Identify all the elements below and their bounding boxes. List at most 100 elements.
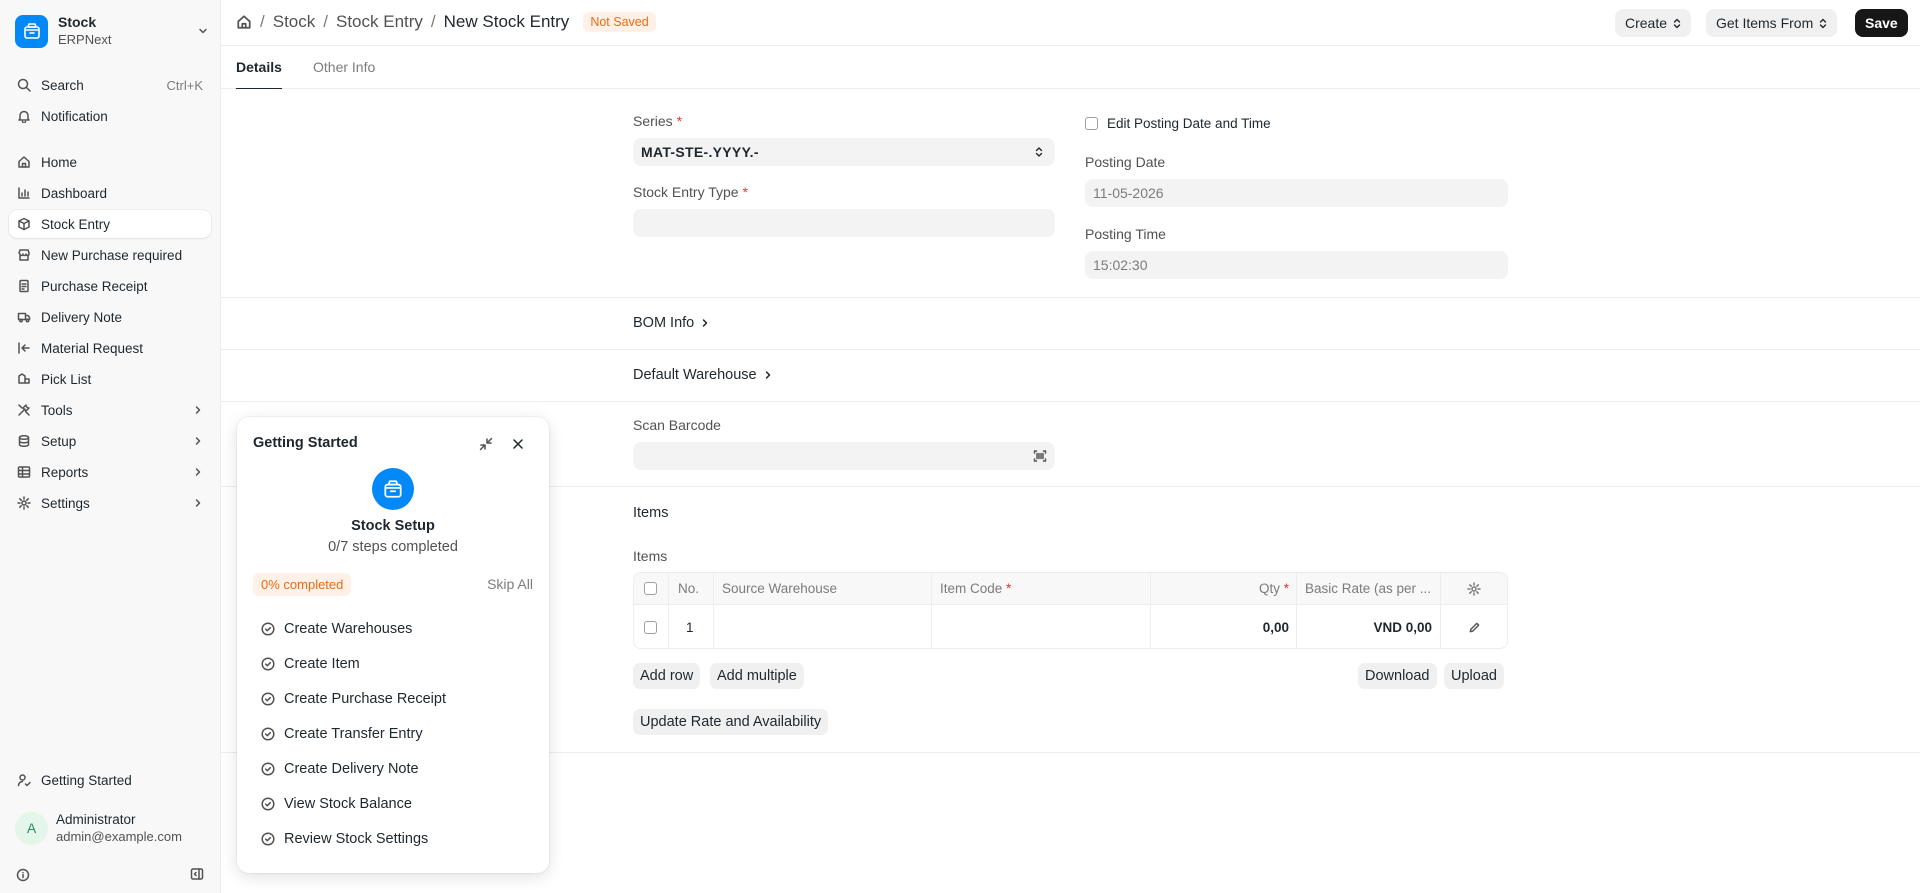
notification-button[interactable]: Notification <box>9 102 211 130</box>
add-multiple-button[interactable]: Add multiple <box>710 663 804 689</box>
table-row[interactable]: 1 0,00 VND 0,00 <box>634 605 1507 648</box>
step-label: Create Transfer Entry <box>284 726 423 742</box>
step-review-stock-settings[interactable]: Review Stock Settings <box>261 831 428 847</box>
row-basic-rate[interactable]: VND 0,00 <box>1373 605 1432 648</box>
step-create-warehouses[interactable]: Create Warehouses <box>261 621 412 637</box>
sidebar-item-label: New Purchase required <box>41 247 183 263</box>
home-icon[interactable] <box>236 14 252 30</box>
default-warehouse-section[interactable]: Default Warehouse <box>633 367 773 383</box>
step-create-transfer-entry[interactable]: Create Transfer Entry <box>261 726 423 742</box>
sidebar-item-tools[interactable]: Tools <box>9 396 211 424</box>
request-icon <box>17 341 31 355</box>
row-qty[interactable]: 0,00 <box>1263 605 1289 648</box>
app-switcher[interactable]: Stock ERPNext <box>15 13 209 49</box>
sidebar-item-reports[interactable]: Reports <box>9 458 211 486</box>
breadcrumb-stock[interactable]: Stock <box>273 12 316 32</box>
stock-entry-type-input[interactable] <box>633 209 1055 237</box>
search-icon <box>17 78 31 92</box>
posting-time-label: Posting Time <box>1085 226 1166 242</box>
tab-details[interactable]: Details <box>236 59 282 89</box>
store-icon <box>17 248 31 262</box>
download-button[interactable]: Download <box>1358 663 1437 689</box>
breadcrumb-stock-entry[interactable]: Stock Entry <box>336 12 423 32</box>
sidebar-item-label: Settings <box>41 495 90 511</box>
step-label: Create Warehouses <box>284 621 413 637</box>
sidebar-item-purchase-receipt[interactable]: Purchase Receipt <box>9 272 211 300</box>
tab-other-info[interactable]: Other Info <box>313 59 375 89</box>
sidebar-item-settings[interactable]: Settings <box>9 489 211 517</box>
search-label: Search <box>41 77 84 93</box>
sidebar-item-material-request[interactable]: Material Request <box>9 334 211 362</box>
sidebar-item-pick-list[interactable]: Pick List <box>9 365 211 393</box>
sidebar-item-delivery-note[interactable]: Delivery Note <box>9 303 211 331</box>
stock-entry-type-label: Stock Entry Type * <box>633 184 748 200</box>
minimize-icon[interactable] <box>479 437 493 451</box>
sidebar-item-home[interactable]: Home <box>9 148 211 176</box>
step-create-delivery-note[interactable]: Create Delivery Note <box>261 761 419 777</box>
stock-setup-logo <box>372 468 414 510</box>
sort-icon <box>1035 146 1043 158</box>
posting-date-input[interactable]: 11-05-2026 <box>1085 179 1508 207</box>
sidebar-item-getting-started[interactable]: Getting Started <box>9 766 211 794</box>
close-icon[interactable] <box>511 437 525 451</box>
home-icon <box>17 155 31 169</box>
step-create-purchase-receipt[interactable]: Create Purchase Receipt <box>261 691 446 707</box>
collapse-sidebar-icon[interactable] <box>190 867 204 881</box>
column-settings-icon[interactable] <box>1467 573 1481 604</box>
notification-label: Notification <box>41 108 108 124</box>
series-value: MAT-STE-.YYYY.- <box>641 144 759 160</box>
receipt-icon <box>17 279 31 293</box>
posting-time-input[interactable]: 15:02:30 <box>1085 251 1508 279</box>
edit-posting-label: Edit Posting Date and Time <box>1107 116 1271 131</box>
chevron-right-icon <box>193 467 203 477</box>
database-icon <box>17 434 31 448</box>
module-title: Stock Setup <box>351 518 435 534</box>
user-menu[interactable]: A Administrator admin@example.com <box>15 811 182 845</box>
user-check-icon <box>17 773 31 787</box>
section-divider <box>221 401 1920 402</box>
search-button[interactable]: Search Ctrl+K <box>9 71 211 99</box>
sidebar-item-label: Home <box>41 154 78 170</box>
step-view-stock-balance[interactable]: View Stock Balance <box>261 796 412 812</box>
sidebar-item-label: Purchase Receipt <box>41 278 148 294</box>
app-subtitle: ERPNext <box>58 32 112 47</box>
step-label: Review Stock Settings <box>284 831 429 847</box>
skip-all-button[interactable]: Skip All <box>487 576 533 592</box>
column-item-code: Item Code * <box>940 581 1012 596</box>
bell-icon <box>17 109 31 123</box>
update-rate-button[interactable]: Update Rate and Availability <box>633 709 829 735</box>
user-email: admin@example.com <box>56 829 182 844</box>
sidebar-item-dashboard[interactable]: Dashboard <box>9 179 211 207</box>
form-tabs: Details Other Info <box>221 46 1920 89</box>
sidebar-item-setup[interactable]: Setup <box>9 427 211 455</box>
series-select[interactable]: MAT-STE-.YYYY.- <box>633 138 1055 166</box>
edit-posting-toggle[interactable]: Edit Posting Date and Time <box>1085 116 1271 131</box>
items-section-title: Items <box>633 505 669 521</box>
items-table: No. Source Warehouse Item Code * Qty * B… <box>633 572 1508 649</box>
upload-button[interactable]: Upload <box>1444 663 1504 689</box>
select-all-checkbox[interactable] <box>644 573 657 604</box>
scan-barcode-input[interactable] <box>633 442 1055 470</box>
topbar: / Stock / Stock Entry / New Stock Entry … <box>221 0 1920 46</box>
sidebar-item-label: Tools <box>41 402 73 418</box>
sidebar-item-label: Pick List <box>41 371 92 387</box>
sidebar-item-new-purchase-required[interactable]: New Purchase required <box>9 241 211 269</box>
app-title: Stock <box>58 14 97 30</box>
tools-icon <box>17 403 31 417</box>
barcode-icon[interactable] <box>1033 449 1047 463</box>
add-row-button[interactable]: Add row <box>633 663 701 689</box>
user-name: Administrator <box>56 812 136 827</box>
circle-check-icon <box>261 622 275 636</box>
list-icon <box>17 372 31 386</box>
sidebar-item-stock-entry[interactable]: Stock Entry <box>9 210 211 238</box>
step-create-item[interactable]: Create Item <box>261 656 360 672</box>
edit-row-icon[interactable] <box>1468 605 1481 648</box>
save-button[interactable]: Save <box>1855 9 1908 37</box>
get-items-from-button[interactable]: Get Items From <box>1706 9 1838 37</box>
create-button[interactable]: Create <box>1615 9 1692 37</box>
edit-posting-checkbox[interactable] <box>1085 117 1098 130</box>
row-checkbox[interactable] <box>644 605 657 648</box>
info-icon[interactable] <box>16 868 30 882</box>
sidebar-item-label: Reports <box>41 464 89 480</box>
bom-info-section[interactable]: BOM Info <box>633 315 710 331</box>
